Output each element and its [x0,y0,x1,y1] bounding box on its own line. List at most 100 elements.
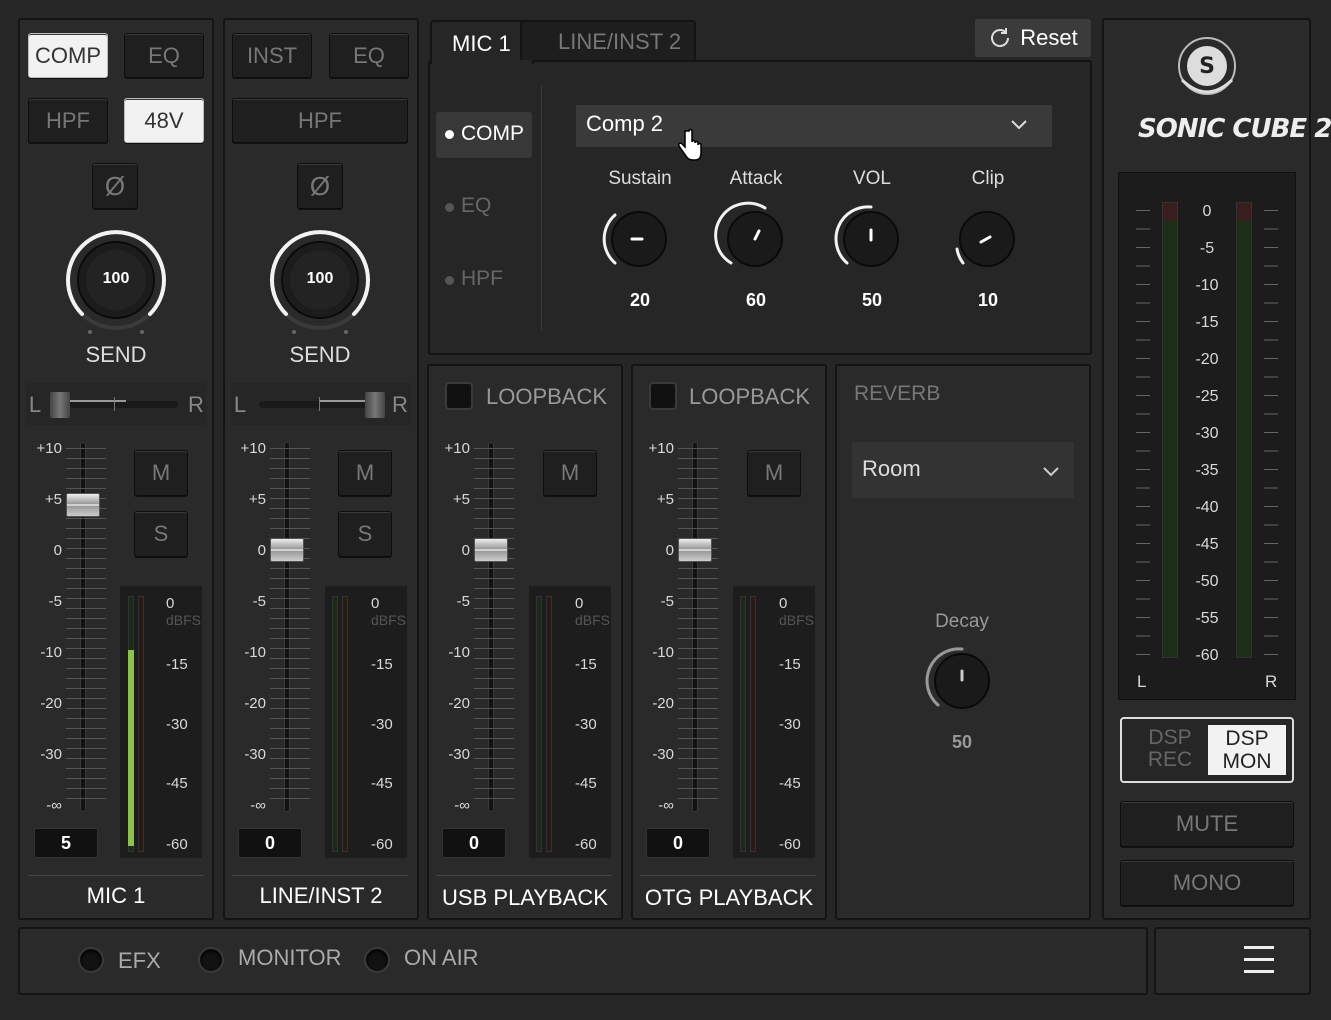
fx-side-hpf[interactable]: HPF [461,267,503,291]
decay-knob[interactable] [925,646,997,716]
meter-tick: -15 [575,656,597,673]
mute-button[interactable]: M [134,450,188,496]
hpf-button[interactable]: HPF [28,98,108,143]
knob-value-clip: 10 [977,290,999,310]
fader-value[interactable]: 0 [646,828,710,858]
master-mono-button[interactable]: MONO [1120,860,1294,906]
master-mute-button[interactable]: MUTE [1120,801,1294,847]
meter-tick: 0 [575,595,584,612]
dsp-rec-option[interactable]: DSP REC [1140,727,1200,771]
fader-tick: -20 [244,695,266,712]
phase-invert-button[interactable]: Ø [297,163,343,209]
meter-tick: -60 [779,836,801,853]
reverb-preset-dropdown[interactable]: Room [852,442,1074,498]
menu-panel [1154,927,1311,995]
preset-dropdown[interactable]: Comp 2 [576,105,1052,147]
tab-mic1[interactable]: MIC 1 [430,20,534,64]
knob-label-clip: Clip [971,168,1005,189]
preset-value: Comp 2 [586,111,664,136]
fader-thumb[interactable] [66,493,100,517]
knob-label-vol: VOL [852,168,892,189]
master-scale-tick: -55 [1195,610,1219,627]
meter-tick: -30 [371,716,393,733]
on-air-led[interactable] [364,947,390,973]
fader-tick: +10 [240,440,266,457]
fader-tick: -5 [660,593,674,610]
tab-line-inst2[interactable]: LINE/INST 2 [520,20,696,60]
fader-value[interactable]: 5 [34,828,98,858]
monitor-led[interactable] [198,947,224,973]
bullet-dot [445,130,454,139]
knob-label-sustain: Sustain [608,168,672,189]
fader-tick: -20 [40,695,62,712]
fader-tick: +10 [648,440,674,457]
pan-slider[interactable] [231,383,411,425]
meter-bar-left [536,596,542,852]
mute-button[interactable]: M [338,450,392,496]
meter-tick: -60 [166,836,188,853]
channel-name: LINE/INST 2 [259,883,383,908]
reverb-preset-value: Room [862,456,921,481]
product-logo: SONIC CUBE 2 [1138,114,1331,144]
solo-button[interactable]: S [338,511,392,557]
vol-knob[interactable] [834,204,906,274]
reverb-title: REVERB [854,382,941,405]
send-label: SEND [85,342,147,367]
fader-tick: +5 [452,491,470,508]
mute-button[interactable]: M [747,450,801,496]
dsp-toggle[interactable]: DSP REC DSP MON [1120,717,1294,783]
efx-led[interactable] [78,947,104,973]
master-scale-tick: -50 [1195,573,1219,590]
fader-tick: 0 [665,542,674,559]
reset-button[interactable]: Reset [975,19,1091,57]
solo-button[interactable]: S [134,511,188,557]
channel-name: OTG PLAYBACK [644,885,814,910]
fader-thumb[interactable] [474,538,508,562]
divider [28,875,204,876]
eq-button[interactable]: EQ [124,33,204,78]
fader-tick: +5 [656,491,674,508]
fader-tick: +5 [248,491,266,508]
pan-left-label: L [28,392,42,417]
master-right-label: R [1265,672,1278,691]
phantom-48v-button[interactable]: 48V [124,98,204,143]
comp-button[interactable]: COMP [28,33,108,78]
fader-tick: -∞ [658,797,674,814]
chevron-down-icon [1011,120,1027,130]
phase-invert-button[interactable]: Ø [92,163,138,209]
mute-button[interactable]: M [543,450,597,496]
efx-label: EFX [118,948,161,973]
hpf-button[interactable]: HPF [232,98,408,143]
meter-tick: -60 [575,836,597,853]
hand-cursor-icon [678,128,702,161]
send-label: SEND [289,342,351,367]
pan-slider[interactable] [26,383,206,425]
loopback-checkbox[interactable] [445,382,473,410]
fader-value[interactable]: 0 [238,828,302,858]
channel-name: USB PLAYBACK [442,885,608,910]
master-meter-left-bar [1162,202,1178,658]
fader-tick: -20 [652,695,674,712]
dsp-mon-option[interactable]: DSP MON [1208,725,1286,775]
meter-unit: dBFS [575,612,611,628]
loopback-checkbox[interactable] [649,382,677,410]
fader-thumb[interactable] [270,538,304,562]
bullet-dot [445,276,454,285]
meter-tick: -30 [575,716,597,733]
fader-tick: 0 [53,542,62,559]
fader-thumb[interactable] [678,538,712,562]
sustain-knob[interactable] [602,204,674,274]
attack-knob[interactable] [714,201,790,274]
meter-unit: dBFS [779,612,815,628]
fader-value[interactable]: 0 [442,828,506,858]
inst-button[interactable]: INST [232,33,312,78]
master-scale-tick: -15 [1195,314,1219,331]
clip-knob[interactable] [952,204,1022,274]
fader-ticks [270,448,310,806]
eq-button[interactable]: EQ [329,33,409,78]
hamburger-menu-icon[interactable] [1244,946,1274,974]
fx-side-eq[interactable]: EQ [461,194,491,218]
monitor-label: MONITOR [238,945,342,970]
on-air-label: ON AIR [404,945,479,970]
svg-text:S: S [1199,54,1215,79]
